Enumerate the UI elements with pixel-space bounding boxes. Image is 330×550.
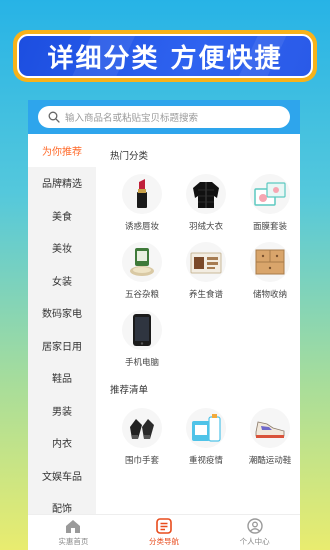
recommend-label: 重视疫情: [188, 456, 223, 466]
category-item[interactable]: 养生食谱: [174, 242, 238, 300]
sidebar-item-womenswear[interactable]: 女装: [28, 264, 96, 297]
search-input[interactable]: 输入商品名或粘贴宝贝标题搜索: [38, 106, 290, 128]
search-bar: 输入商品名或粘贴宝贝标题搜索: [28, 100, 300, 134]
search-placeholder: 输入商品名或粘贴宝贝标题搜索: [65, 113, 199, 124]
category-item[interactable]: 五谷杂粮: [110, 242, 174, 300]
sidebar-item-recommend[interactable]: 为你推荐: [28, 134, 96, 167]
app-screen: 输入商品名或粘贴宝贝标题搜索 为你推荐 品牌精选 美食 美妆 女装 数码家电 居…: [28, 100, 300, 550]
category-icon: [156, 518, 172, 534]
tab-category-label: 分类导航: [148, 537, 179, 546]
sidebar-item-accessories[interactable]: 配饰: [28, 492, 96, 514]
recommend-item[interactable]: 潮酷运动鞋: [238, 408, 300, 466]
hot-category-grid: 诱惑唇妆 羽绒大衣 面膜套装 五谷杂粮 养生食谱 储物收纳 手机电脑: [110, 174, 300, 368]
category-item[interactable]: 储物收纳: [238, 242, 300, 300]
recommend-label: 潮酷运动鞋: [248, 456, 292, 466]
storage-cabinet-icon: [255, 249, 285, 275]
health-food-icon: [190, 252, 222, 274]
hot-section-title: 热门分类: [110, 151, 149, 162]
down-jacket-icon: [193, 182, 219, 208]
sneaker-icon: [255, 421, 285, 438]
sidebar-item-food[interactable]: 美食: [28, 199, 96, 232]
category-label: 诱惑唇妆: [124, 222, 159, 232]
category-item[interactable]: 手机电脑: [110, 310, 174, 368]
phone-icon: [133, 314, 151, 346]
sidebar-item-underwear[interactable]: 内衣: [28, 427, 96, 460]
user-icon: [246, 518, 263, 534]
tab-home[interactable]: 实惠首页: [38, 518, 108, 547]
recommend-label: 围巾手套: [124, 456, 159, 466]
recommend-grid: 围巾手套 重视疫情 潮酷运动鞋: [110, 408, 300, 466]
bottom-tab-bar: 实惠首页 分类导航 个人中心: [28, 514, 300, 550]
home-icon: [66, 520, 81, 533]
disinfectant-icon: [192, 414, 221, 442]
tab-category[interactable]: 分类导航: [129, 518, 199, 547]
recommend-item[interactable]: 重视疫情: [174, 408, 238, 466]
category-label: 手机电脑: [124, 358, 159, 368]
category-item[interactable]: 诱惑唇妆: [110, 174, 174, 232]
tab-profile-label: 个人中心: [239, 537, 270, 546]
promo-banner: 详细分类 方便快捷: [13, 30, 317, 82]
category-item[interactable]: 面膜套装: [238, 174, 300, 232]
sidebar-item-menswear[interactable]: 男装: [28, 394, 96, 427]
category-label: 储物收纳: [252, 290, 287, 300]
category-label: 养生食谱: [188, 290, 223, 300]
category-label: 面膜套装: [252, 222, 287, 232]
category-label: 五谷杂粮: [124, 290, 159, 300]
promo-banner-text: 详细分类 方便快捷: [47, 43, 283, 74]
sidebar-item-household[interactable]: 居家日用: [28, 329, 96, 362]
grain-icon: [130, 248, 154, 276]
sidebar-item-makeup[interactable]: 美妆: [28, 232, 96, 265]
category-item[interactable]: 羽绒大衣: [174, 174, 238, 232]
category-main: 热门分类 诱惑唇妆 羽绒大衣 面膜套装 五谷杂粮 养生食谱 储物收纳 手机电脑 …: [96, 134, 300, 514]
recommend-item[interactable]: 围巾手套: [110, 408, 174, 466]
tab-profile[interactable]: 个人中心: [220, 518, 290, 547]
sidebar-item-brands[interactable]: 品牌精选: [28, 167, 96, 200]
category-content: 为你推荐 品牌精选 美食 美妆 女装 数码家电 居家日用 鞋品 男装 内衣 文娱…: [28, 134, 300, 514]
search-icon: [48, 111, 60, 123]
gloves-icon: [130, 419, 154, 439]
promo-banner-inner: 详细分类 方便快捷: [17, 34, 313, 78]
recommend-section-title: 推荐清单: [110, 385, 149, 396]
tab-home-label: 实惠首页: [58, 537, 89, 546]
sidebar-item-entertainment-car[interactable]: 文娱车品: [28, 459, 96, 492]
sidebar-item-electronics[interactable]: 数码家电: [28, 297, 96, 330]
category-label: 羽绒大衣: [188, 222, 223, 232]
sidebar-item-shoes[interactable]: 鞋品: [28, 362, 96, 395]
category-sidebar: 为你推荐 品牌精选 美食 美妆 女装 数码家电 居家日用 鞋品 男装 内衣 文娱…: [28, 134, 96, 514]
lipstick-icon: [137, 179, 147, 208]
face-mask-icon: [254, 182, 286, 206]
